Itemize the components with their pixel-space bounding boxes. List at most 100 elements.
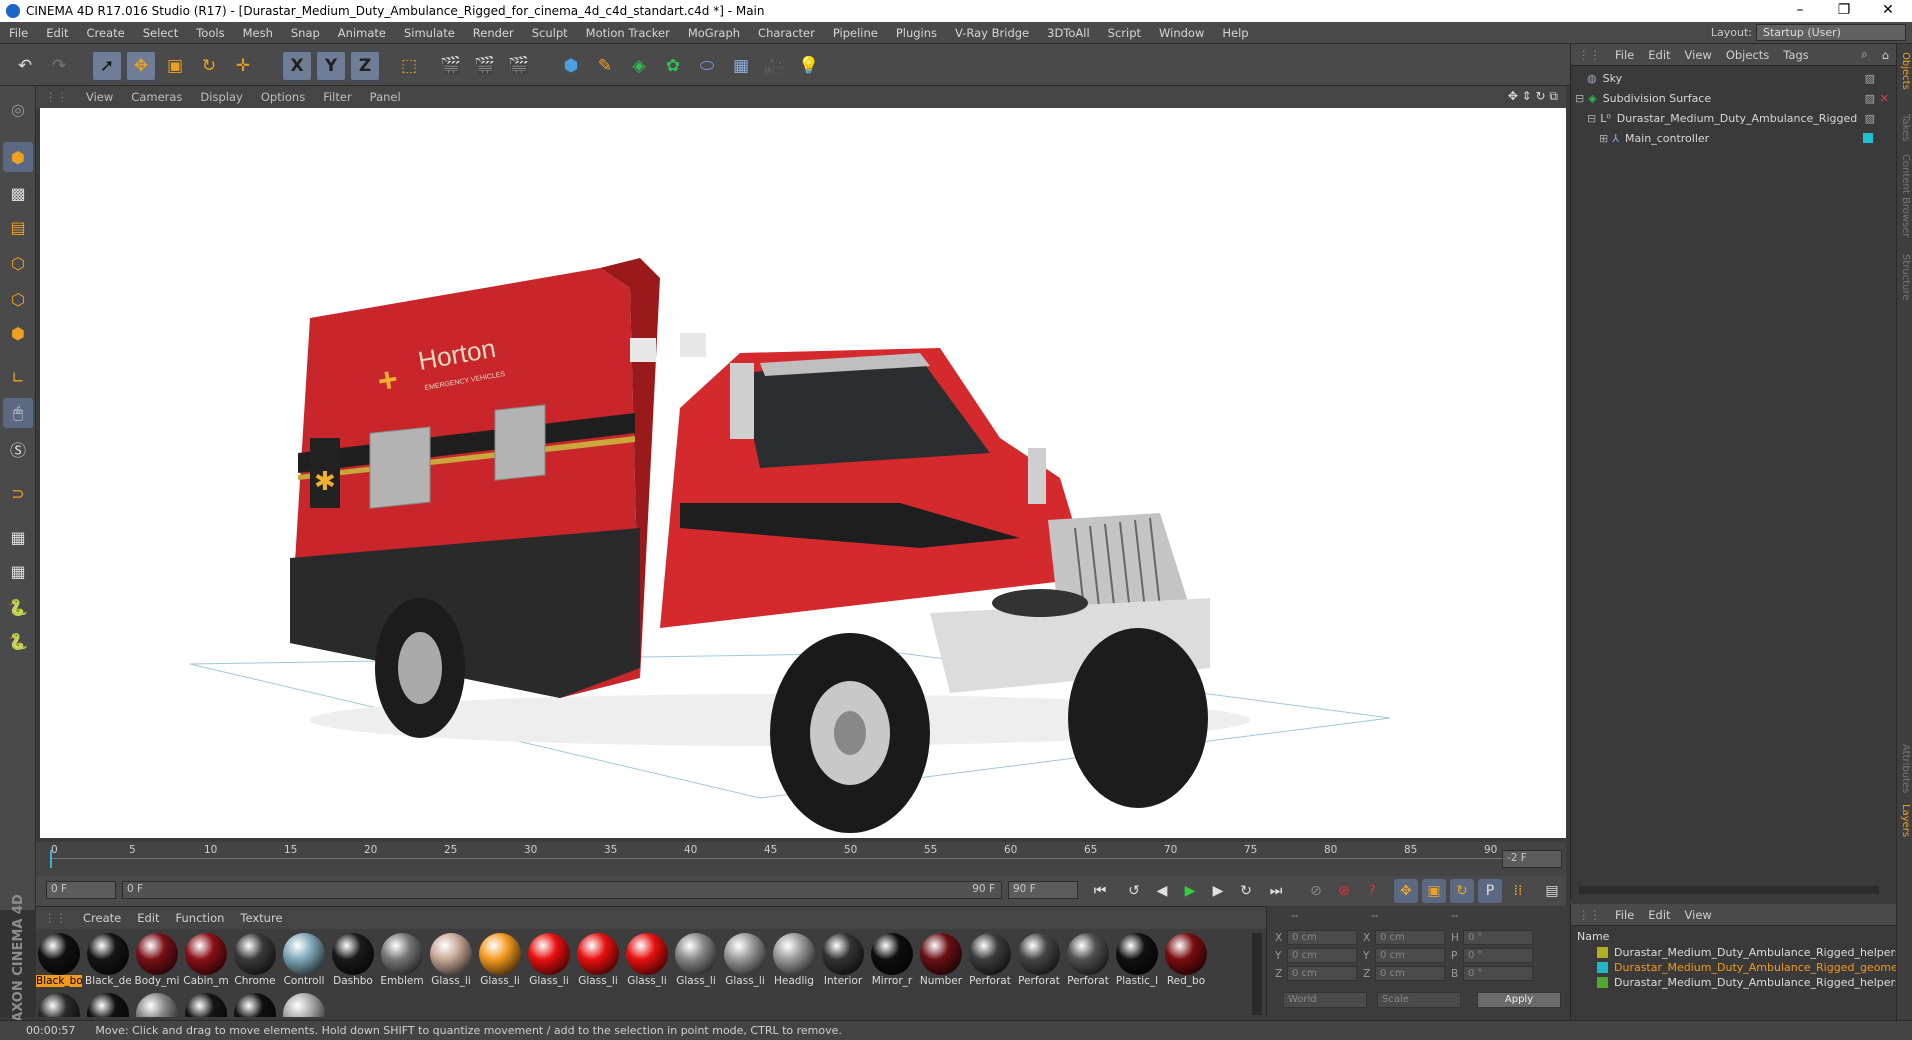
layers-menu-view[interactable]: View [1678,908,1719,922]
size-x-field[interactable]: 0 cm [1375,930,1445,945]
layout-dropdown[interactable]: Startup (User) [1756,24,1906,41]
minimize-button[interactable]: – [1778,0,1822,22]
go-to-start-icon[interactable]: ⏮ [1088,879,1112,903]
material-swatch[interactable]: Black_de [85,933,131,987]
material-swatch[interactable]: Glass_li [722,933,768,987]
workplane-mode-icon[interactable]: ▤ [3,212,33,242]
snapping-icon[interactable]: Ⓢ [3,434,33,464]
menu-vray-bridge[interactable]: V-Ray Bridge [946,26,1038,40]
menu-create[interactable]: Create [78,26,134,40]
material-swatch[interactable]: Cabin_m [183,933,229,987]
viewport-menu-options[interactable]: Options [252,90,314,104]
frame-range-slider[interactable]: 0 F 90 F [122,881,1002,899]
render-flag-icon[interactable]: ▨ [1865,92,1875,105]
menu-help[interactable]: Help [1213,26,1257,40]
menu-animate[interactable]: Animate [329,26,395,40]
tab-objects[interactable]: Objects [1900,52,1911,90]
key-position-icon[interactable]: ✥ [1394,879,1418,903]
material-swatch[interactable]: Number [918,933,964,987]
polygons-mode-icon[interactable]: ⬢ [3,318,33,348]
material-menu-function[interactable]: Function [168,911,233,925]
material-swatch[interactable]: Headlig [771,933,817,987]
material-swatch[interactable] [36,993,82,1017]
model-mode-icon[interactable]: ⬢ [3,142,33,172]
material-swatch[interactable] [85,993,131,1017]
menu-mesh[interactable]: Mesh [234,26,282,40]
light-icon[interactable]: 💡 [794,51,824,81]
menu-sculpt[interactable]: Sculpt [523,26,577,40]
play-icon[interactable]: ▶ [1178,879,1202,903]
material-swatch[interactable]: Chrome [232,933,278,987]
rotation-b-field[interactable]: 0 ° [1463,966,1533,981]
tab-takes[interactable]: Takes [1900,114,1911,141]
expand-toggle-icon[interactable]: ⊟ [1575,92,1584,105]
viewport-menu-cameras[interactable]: Cameras [122,90,191,104]
magnet-icon[interactable]: ⊃ [3,478,33,508]
current-frame-field[interactable]: -2 F [1502,850,1562,868]
render-picture-viewer-icon[interactable]: 🎬 [470,51,500,81]
keyframe-selection-icon[interactable]: ? [1360,879,1384,903]
planar-workplane-icon[interactable]: ▦ [3,556,33,586]
menu-file[interactable]: File [0,26,37,40]
array-generator-icon[interactable]: ✿ [658,51,688,81]
material-swatch[interactable]: Plastic_l [1114,933,1160,987]
rotation-h-field[interactable]: 0 ° [1463,930,1533,945]
apply-button[interactable]: Apply [1477,992,1561,1008]
subdivision-surface-icon[interactable]: ◈ [624,51,654,81]
material-swatch[interactable] [281,993,327,1017]
material-swatch[interactable]: Dashbo [330,933,376,987]
material-swatch[interactable]: Interior [820,933,866,987]
material-swatch[interactable]: Glass_li [477,933,523,987]
position-x-field[interactable]: 0 cm [1287,930,1357,945]
object-row-sky[interactable]: ◍ Sky ▨ [1571,68,1897,88]
layers-menu-file[interactable]: File [1608,908,1641,922]
menu-pipeline[interactable]: Pipeline [824,26,887,40]
position-z-field[interactable]: 0 cm [1287,966,1357,981]
layers-menu-edit[interactable]: Edit [1641,908,1677,922]
make-editable-icon[interactable]: ◎ [3,94,33,124]
viewport-menu-display[interactable]: Display [191,90,251,104]
expand-toggle-icon[interactable]: ⊟ [1587,112,1596,125]
material-swatch[interactable]: Glass_li [526,933,572,987]
cube-primitive-icon[interactable]: ⬢ [556,51,586,81]
objects-menu-edit[interactable]: Edit [1641,48,1677,62]
material-swatch[interactable]: Glass_li [673,933,719,987]
menu-render[interactable]: Render [464,26,523,40]
menu-script[interactable]: Script [1099,26,1150,40]
objects-menu-file[interactable]: File [1608,48,1641,62]
autokeying-icon[interactable]: ⊛ [1332,879,1356,903]
texture-mode-icon[interactable]: ▩ [3,178,33,208]
key-rotation-icon[interactable]: ↻ [1450,879,1474,903]
python-script-icon[interactable]: 🐍 [3,592,33,622]
record-keys-icon[interactable]: ⊘ [1304,879,1328,903]
coordinate-space-dropdown[interactable]: World [1283,992,1367,1008]
y-axis-lock-icon[interactable]: Y [316,51,346,81]
menu-tools[interactable]: Tools [187,26,233,40]
menu-edit[interactable]: Edit [37,26,77,40]
move-tool-icon[interactable]: ✥ [126,51,156,81]
3d-viewport[interactable]: Horton EMERGENCY VEHICLES + ✱ [40,108,1566,838]
coordinate-system-icon[interactable]: ⬚ [394,51,424,81]
objects-menu-view[interactable]: View [1678,48,1719,62]
render-flag-icon[interactable]: ▨ [1865,72,1875,85]
home-icon[interactable]: ⌂ [1875,48,1896,62]
end-frame-field[interactable]: 90 F [1008,881,1078,899]
close-button[interactable]: ✕ [1866,0,1910,22]
menu-3dtoall[interactable]: 3DToAll [1038,26,1099,40]
material-swatch[interactable]: Glass_li [624,933,670,987]
tab-attributes[interactable]: Attributes [1900,744,1911,793]
x-axis-lock-icon[interactable]: X [282,51,312,81]
menu-simulate[interactable]: Simulate [395,26,464,40]
layer-row[interactable]: Durastar_Medium_Duty_Ambulance_Rigged_he… [1597,976,1901,989]
size-y-field[interactable]: 0 cm [1375,948,1445,963]
floor-scene-icon[interactable]: ▦ [726,51,756,81]
material-swatch[interactable] [134,993,180,1017]
search-icon[interactable]: ⌕ [1854,47,1874,62]
material-swatch[interactable]: Perforat [1016,933,1062,987]
size-z-field[interactable]: 0 cm [1375,966,1445,981]
menu-window[interactable]: Window [1150,26,1213,40]
material-swatch[interactable]: Emblem [379,933,425,987]
objects-menu-objects[interactable]: Objects [1719,48,1776,62]
deformer-icon[interactable]: ⬭ [692,51,722,81]
menu-motion-tracker[interactable]: Motion Tracker [577,26,679,40]
